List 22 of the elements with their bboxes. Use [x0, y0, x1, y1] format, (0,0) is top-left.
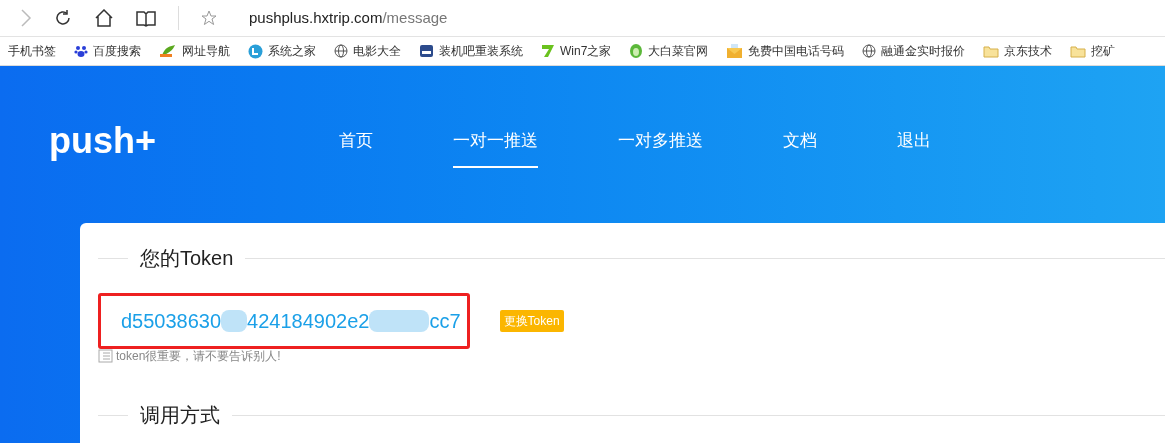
bookmark-item[interactable]: 电影大全	[334, 42, 401, 60]
bookmark-item[interactable]: 京东技术	[983, 42, 1053, 60]
token-text: d55038630	[121, 309, 222, 334]
nav-tab[interactable]: 一对一推送	[453, 123, 538, 168]
token-text: cc7	[429, 309, 461, 334]
nav-tab[interactable]: 首页	[339, 123, 373, 168]
token-text: 424184902e2	[247, 309, 370, 334]
bookmark-item[interactable]: 百度搜索	[74, 42, 141, 60]
bookmark-item[interactable]: 挖矿	[1070, 42, 1116, 60]
address-bar[interactable]: pushplus.hxtrip.com/message	[249, 6, 448, 30]
bookmark-item[interactable]: 网址导航	[159, 42, 230, 60]
section-title: 调用方式	[139, 403, 221, 428]
bookmark-item[interactable]: 手机书签	[8, 42, 56, 60]
bookmark-item[interactable]: 免费中国电话号码	[726, 42, 845, 60]
section-title: 您的Token	[139, 246, 235, 271]
bookmark-item[interactable]: 系统之家	[248, 42, 316, 60]
bookmark-item[interactable]: 装机吧重装系统	[419, 42, 523, 60]
hint-text: token很重要，请不要告诉别人!	[116, 348, 281, 365]
logo[interactable]: push+	[49, 123, 339, 159]
bookmark-item[interactable]: 融通金实时报价	[862, 42, 966, 60]
bookmark-item[interactable]: Win7之家	[541, 42, 612, 60]
bookmark-item[interactable]: 大白菜官网	[629, 42, 709, 60]
